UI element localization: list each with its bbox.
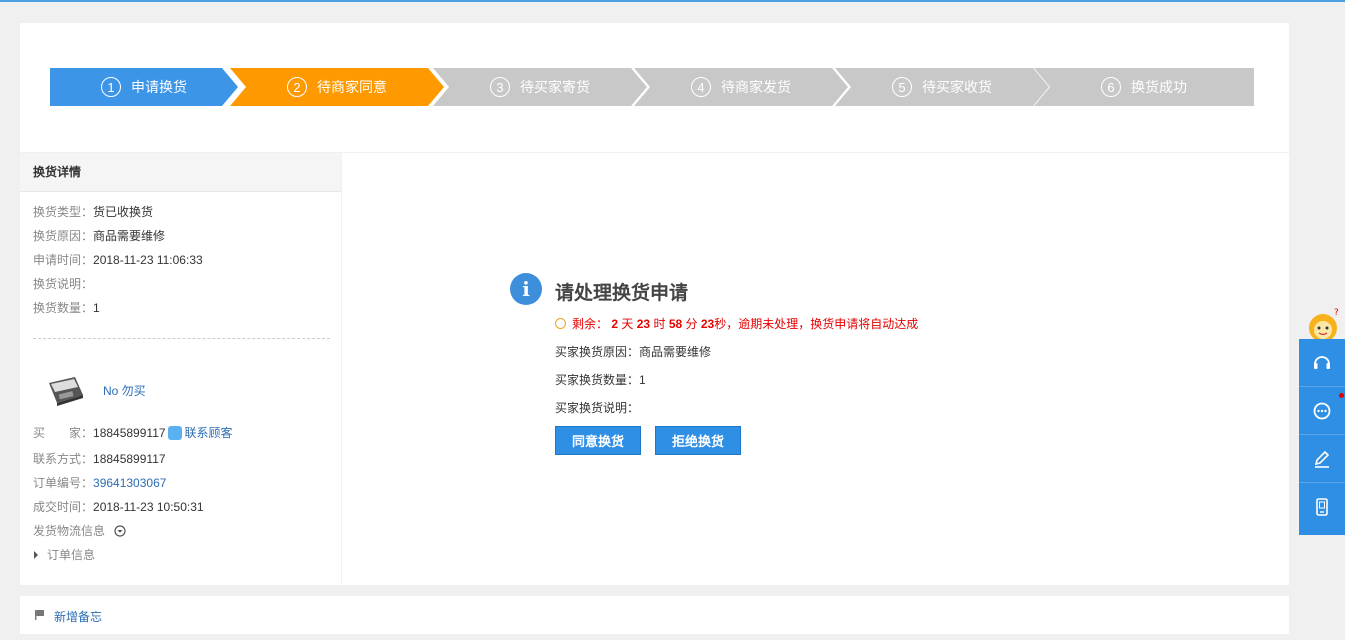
contact-icon[interactable]	[167, 426, 182, 440]
buyer-reason: 买家换货原因：商品需要维修	[555, 345, 712, 359]
exchange-desc-row: 换货说明：	[33, 277, 94, 291]
step-exchange-success: 6 换货成功	[1034, 68, 1254, 106]
contact-customer-link[interactable]: 联系顾客	[185, 426, 233, 440]
logistics-toggle[interactable]: 发货物流信息	[33, 522, 126, 539]
step-label: 换货成功	[1131, 79, 1187, 95]
step-number: 5	[892, 77, 912, 97]
exchange-type-row: 换货类型：货已收换货	[33, 205, 154, 219]
add-memo-link[interactable]: 新增备忘	[54, 608, 102, 625]
apply-time-row: 申请时间：2018-11-23 11:06:33	[33, 253, 203, 267]
order-number-row: 订单编号：39641303067	[33, 476, 167, 490]
deal-time-row: 成交时间：2018-11-23 10:50:31	[33, 500, 204, 514]
mobile-button[interactable]	[1299, 483, 1345, 531]
headset-icon	[1314, 355, 1330, 369]
edit-icon	[1314, 450, 1330, 468]
step-label: 待买家寄货	[520, 79, 590, 95]
reject-exchange-button[interactable]: 拒绝换货	[655, 426, 741, 455]
chevron-down-icon	[114, 525, 126, 537]
customer-service-button[interactable]	[1299, 339, 1345, 387]
order-number-link[interactable]: 39641303067	[93, 476, 166, 490]
step-label: 待买家收货	[922, 79, 992, 95]
phone-icon	[1316, 498, 1328, 516]
order-info-toggle[interactable]: 订单信息	[33, 546, 95, 563]
step-number: 2	[287, 77, 307, 97]
exchange-qty-row: 换货数量：1	[33, 301, 100, 315]
mascot-icon[interactable]: ?	[1301, 306, 1345, 342]
step-label: 待商家发货	[721, 79, 791, 95]
floating-toolbar	[1299, 339, 1345, 535]
step-number: 6	[1101, 77, 1121, 97]
step-label: 申请换货	[131, 79, 187, 95]
feedback-button[interactable]	[1299, 435, 1345, 483]
step-number: 1	[101, 77, 121, 97]
agree-exchange-button[interactable]: 同意换货	[555, 426, 641, 455]
exchange-reason-row: 换货原因：商品需要维修	[33, 229, 166, 243]
step-number: 4	[691, 77, 711, 97]
chat-icon	[1313, 402, 1331, 419]
clock-icon	[555, 318, 566, 329]
caret-right-icon	[34, 551, 38, 559]
divider	[33, 338, 330, 339]
memo-panel: 新增备忘	[20, 596, 1289, 634]
product-thumbnail[interactable]	[45, 373, 85, 407]
product-name-link[interactable]: No 勿买	[103, 382, 146, 399]
notification-dot	[1339, 393, 1344, 398]
buyer-row: 买 家：18845899117 联系顾客	[33, 426, 233, 440]
action-title: 请处理换货申请	[555, 283, 689, 304]
countdown-text: 剩余： 2 天 23 时 58 分 23秒，逾期未处理，换货申请将自动达成	[555, 315, 918, 332]
buyer-desc: 买家换货说明：	[555, 401, 640, 415]
exchange-detail-panel: 换货详情 换货类型：货已收换货 换货原因：商品需要维修 申请时间：2018-11…	[20, 153, 341, 585]
top-accent-line	[0, 0, 1345, 2]
step-await-buyer-receive: 5 待买家收货	[835, 68, 1049, 106]
info-icon: i	[510, 273, 542, 305]
buyer-qty: 买家换货数量：1	[555, 373, 646, 387]
step-number: 3	[490, 77, 510, 97]
flag-icon	[35, 610, 44, 620]
progress-steps: 1 申请换货 2 待商家同意 3 待买家寄货 4 待商家发货 5 待买家收货 6…	[50, 68, 1254, 106]
phone-row: 联系方式：18845899117	[33, 452, 166, 466]
detail-title: 换货详情	[20, 153, 341, 192]
svg-text:?: ?	[1334, 308, 1339, 318]
exchange-action-panel: i 请处理换货申请 剩余： 2 天 23 时 58 分 23秒，逾期未处理，换货…	[342, 153, 1289, 585]
step-await-seller-approval: 2 待商家同意	[230, 68, 444, 106]
step-label: 待商家同意	[317, 79, 387, 95]
step-await-buyer-ship: 3 待买家寄货	[433, 68, 647, 106]
step-await-seller-ship: 4 待商家发货	[634, 68, 848, 106]
step-apply: 1 申请换货	[50, 68, 238, 106]
